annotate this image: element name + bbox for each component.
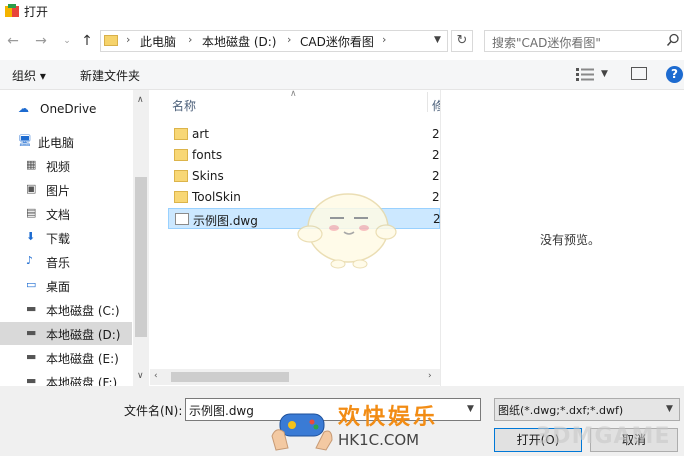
scroll-down-icon[interactable]: ∨	[137, 371, 144, 381]
recent-dropdown-icon[interactable]: ⌄	[58, 32, 76, 50]
nav-item-label: 图片	[46, 184, 71, 198]
up-arrow-icon[interactable]: ↑	[78, 32, 96, 50]
file-date: 2	[432, 148, 440, 162]
dwg-file-icon	[175, 213, 189, 225]
nav-item[interactable]: ▬ 本地磁盘 (D:)	[0, 322, 132, 345]
nav-item[interactable]: ▦ 视频	[0, 154, 132, 177]
download-icon: ⬇	[26, 230, 36, 243]
app-icon	[5, 4, 19, 17]
organize-menu[interactable]: 组织 ▾	[12, 67, 46, 84]
scroll-right-icon[interactable]: ›	[428, 371, 432, 381]
chevron-right-icon: ›	[126, 33, 131, 46]
nav-item[interactable]: ☁ OneDrive	[0, 98, 132, 121]
search-placeholder: 搜索"CAD迷你看图"	[492, 36, 601, 50]
nav-scroll-thumb[interactable]	[135, 177, 147, 337]
nav-item[interactable]: ⬇ 下载	[0, 226, 132, 249]
filename-label: 文件名(N):	[124, 404, 183, 418]
chevron-down-icon[interactable]: ▼	[434, 35, 441, 45]
file-row[interactable]: art 2	[168, 124, 440, 145]
column-header-name[interactable]: 名称	[172, 97, 196, 114]
nav-item[interactable]: ▣ 图片	[0, 178, 132, 201]
folder-icon	[174, 191, 188, 203]
folder-icon	[174, 128, 188, 140]
help-icon[interactable]: ?	[666, 66, 683, 83]
mascot-watermark-icon	[297, 193, 397, 269]
back-arrow-icon[interactable]: ←	[4, 32, 22, 50]
file-name: 示例图.dwg	[193, 214, 258, 228]
watermark-3dm: 3DMGAME	[536, 424, 671, 449]
nav-item-label: 本地磁盘 (C:)	[46, 304, 120, 318]
nav-item-label: 此电脑	[38, 136, 75, 150]
folder-icon	[174, 149, 188, 161]
filename-value[interactable]: 示例图.dwg	[189, 402, 254, 419]
music-icon: ♪	[26, 254, 34, 267]
nav-item-label: 下载	[46, 232, 71, 246]
nav-item[interactable]: ♪ 音乐	[0, 250, 132, 273]
preview-pane-icon[interactable]	[631, 67, 647, 80]
watermark-title: 欢快娱乐	[338, 405, 439, 430]
folder-icon	[174, 170, 188, 182]
window-title: 打开	[24, 5, 49, 19]
horizontal-scroll-thumb[interactable]	[171, 372, 289, 382]
file-name: fonts	[192, 148, 223, 162]
chevron-right-icon: ›	[287, 33, 292, 46]
chevron-right-icon: ›	[188, 33, 193, 46]
nav-item-label: OneDrive	[40, 102, 97, 116]
drive-icon: ▬	[26, 302, 37, 315]
scroll-left-icon[interactable]: ‹	[154, 371, 158, 381]
view-options-icon[interactable]	[576, 68, 594, 81]
cloud-icon: ☁	[18, 102, 29, 115]
scroll-up-icon[interactable]: ∧	[137, 95, 144, 105]
title-bar	[0, 0, 684, 22]
document-icon: ▤	[26, 206, 37, 219]
folder-icon	[104, 35, 118, 46]
nav-item[interactable]: ▬ 本地磁盘 (C:)	[0, 298, 132, 321]
watermark-url: HK1C.COM	[338, 431, 420, 449]
forward-arrow-icon[interactable]: →	[32, 32, 50, 50]
drive-icon: ▬	[26, 350, 37, 363]
chevron-down-icon[interactable]: ▼	[601, 69, 608, 79]
picture-icon: ▣	[26, 182, 37, 195]
nav-item[interactable]: ▤ 文档	[0, 202, 132, 225]
desktop-icon: ▭	[26, 278, 37, 291]
no-preview-text: 没有预览。	[540, 233, 601, 247]
breadcrumb-cad-folder[interactable]: CAD迷你看图	[300, 33, 374, 50]
nav-item-label: 音乐	[46, 256, 71, 270]
file-name: ToolSkin	[192, 190, 241, 204]
nav-item-label: 桌面	[46, 280, 71, 294]
file-date: 2	[432, 169, 440, 183]
nav-item-label: 文档	[46, 208, 71, 222]
new-folder-button[interactable]: 新建文件夹	[80, 67, 140, 84]
computer-icon: 🖥	[18, 134, 32, 147]
nav-item-label: 视频	[46, 160, 71, 174]
gamepad-hand-logo-icon	[271, 413, 333, 451]
video-icon: ▦	[26, 158, 37, 171]
chevron-down-icon[interactable]: ▼	[666, 404, 673, 414]
nav-item[interactable]: ▭ 桌面	[0, 274, 132, 297]
refresh-button[interactable]: ↻	[451, 30, 473, 52]
chevron-down-icon[interactable]: ▼	[467, 404, 474, 414]
nav-item[interactable]: 🖥 此电脑	[0, 130, 132, 153]
breadcrumb-drive-d[interactable]: 本地磁盘 (D:)	[202, 33, 276, 50]
chevron-right-icon: ›	[382, 33, 387, 46]
file-name: Skins	[192, 169, 224, 183]
column-divider[interactable]	[427, 92, 428, 112]
nav-item[interactable]: ▬ 本地磁盘 (E:)	[0, 346, 132, 369]
nav-item-label: 本地磁盘 (D:)	[46, 328, 121, 342]
filetype-value[interactable]: 图纸(*.dwg;*.dxf;*.dwf)	[498, 402, 623, 418]
drive-icon: ▬	[26, 326, 37, 339]
file-row[interactable]: fonts 2	[168, 145, 440, 166]
sort-arrow-icon: ∧	[290, 89, 297, 99]
search-icon[interactable]	[666, 33, 680, 47]
nav-item-label: 本地磁盘 (E:)	[46, 352, 119, 366]
file-name: art	[192, 127, 209, 141]
breadcrumb-this-pc[interactable]: 此电脑	[140, 33, 176, 50]
file-date: 2	[432, 190, 440, 204]
file-date: 2	[432, 127, 440, 141]
